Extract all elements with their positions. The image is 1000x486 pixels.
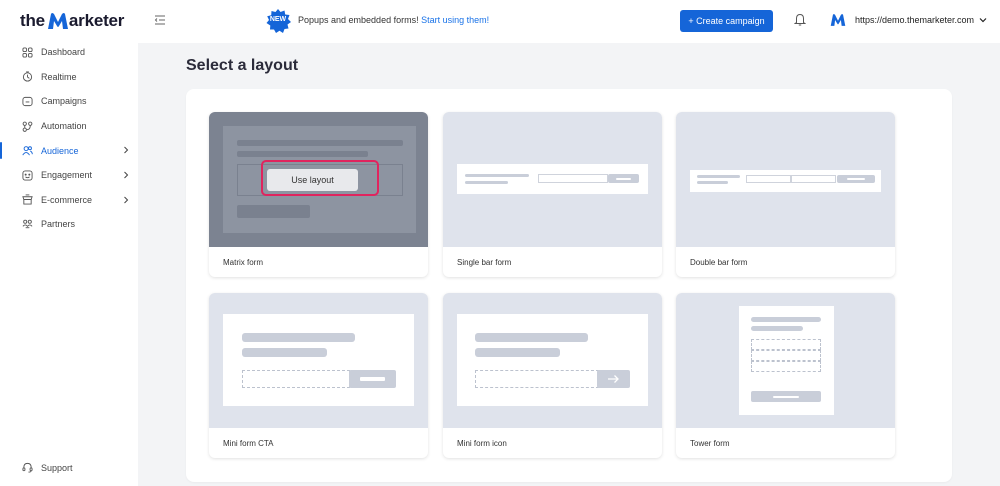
preview-input: [751, 350, 821, 361]
layout-card-single-bar-form[interactable]: Single bar form: [443, 112, 662, 277]
ecommerce-icon: [22, 194, 33, 205]
preview-input: [242, 370, 350, 388]
arrow-right-icon: [608, 375, 619, 383]
page-title: Select a layout: [186, 57, 299, 74]
preview-submit: [751, 391, 821, 402]
logo-text-rest: arketer: [68, 11, 125, 30]
preview-bar: [237, 151, 368, 157]
preview-form-frame: [223, 314, 414, 406]
top-bar: NEW Popups and embedded forms! Start usi…: [138, 0, 1000, 43]
chevron-right-icon: [124, 196, 129, 203]
logo-text-the: the: [20, 11, 45, 30]
layout-card-matrix-form[interactable]: Use layout Matrix form: [209, 112, 428, 277]
preview-bar: [751, 317, 821, 322]
announcement-text: Popups and embedded forms!: [298, 15, 419, 25]
create-campaign-button[interactable]: + Create campaign: [680, 10, 773, 32]
start-using-link[interactable]: Start using them!: [421, 15, 489, 25]
preview-form-frame: [457, 314, 648, 406]
engagement-icon: [22, 170, 33, 181]
new-badge: NEW: [264, 8, 292, 34]
realtime-icon: [22, 71, 33, 82]
layout-card-tower-form[interactable]: Tower form: [676, 293, 895, 458]
preview-input: [751, 361, 821, 372]
sidebar-item-support[interactable]: Support: [22, 462, 73, 473]
chevron-right-icon: [124, 171, 129, 179]
layout-preview: [443, 112, 662, 247]
campaigns-icon: [22, 96, 33, 107]
layout-card-label: Tower form: [690, 439, 730, 448]
preview-bar: [465, 174, 529, 177]
sidebar-item-dashboard[interactable]: Dashboard: [0, 40, 138, 65]
account-m-logo-icon: [830, 14, 846, 26]
logo-m-icon: [47, 13, 68, 29]
chevron-down-icon: [979, 18, 987, 23]
account-url: https://demo.themarketer.com: [855, 15, 975, 25]
automation-icon: [22, 121, 33, 132]
sidebar-item-label: Engagement: [41, 170, 93, 181]
preview-bar: [242, 333, 355, 342]
preview-bar: [475, 348, 560, 357]
preview-bar: [237, 140, 403, 146]
sidebar-item-audience[interactable]: Audience: [0, 138, 138, 163]
support-label: Support: [41, 462, 73, 473]
new-badge-text: NEW: [269, 16, 287, 23]
sidebar-item-label: Realtime: [41, 71, 77, 82]
preview-bar: [475, 333, 588, 342]
layout-card-label: Mini form icon: [457, 439, 507, 448]
preview-bar: [697, 181, 728, 184]
preview-input: [475, 370, 599, 388]
preview-submit: [608, 174, 639, 183]
preview-submit: [349, 370, 396, 388]
sidebar-item-realtime[interactable]: Realtime: [0, 65, 138, 90]
sidebar-item-label: E-commerce: [41, 194, 93, 205]
preview-submit: [237, 205, 310, 218]
sidebar-item-label: Partners: [41, 219, 76, 230]
sidebar-item-label: Audience: [41, 145, 79, 156]
layout-panel: Use layout Matrix form Single bar form D…: [186, 89, 952, 482]
layout-preview: [209, 293, 428, 428]
use-layout-button[interactable]: Use layout: [267, 169, 358, 191]
layout-card-label: Mini form CTA: [223, 439, 274, 448]
sidebar: the arketer Dashboard Realtime Campaigns: [0, 0, 138, 486]
layout-preview: [676, 293, 895, 428]
headset-icon: [22, 462, 33, 473]
chevron-right-icon: [124, 147, 129, 154]
layout-card-mini-form-cta[interactable]: Mini form CTA: [209, 293, 428, 458]
preview-bar: [242, 348, 327, 357]
sidebar-item-label: Campaigns: [41, 96, 87, 107]
preview-bar: [697, 175, 740, 178]
audience-icon: [22, 145, 33, 156]
themarketer-logo[interactable]: the arketer: [20, 8, 124, 34]
preview-input: [751, 339, 821, 350]
sidebar-item-partners[interactable]: Partners: [0, 212, 138, 237]
sidebar-item-engagement[interactable]: Engagement: [0, 163, 138, 188]
layout-card-label: Matrix form: [223, 258, 263, 267]
sidebar-item-automation[interactable]: Automation: [0, 114, 138, 139]
layout-preview: [443, 293, 662, 428]
bell-icon[interactable]: [794, 13, 806, 26]
layout-preview: [676, 112, 895, 247]
sidebar-item-campaigns[interactable]: Campaigns: [0, 89, 138, 114]
partners-icon: [22, 219, 33, 230]
preview-input: [791, 175, 836, 183]
sidebar-item-ecommerce[interactable]: E-commerce: [0, 188, 138, 213]
preview-submit: [837, 175, 875, 183]
preview-input: [746, 175, 791, 183]
preview-submit: [597, 370, 630, 388]
dashboard-icon: [22, 47, 33, 58]
preview-bar: [751, 326, 803, 331]
preview-input: [538, 174, 608, 183]
layout-card-label: Single bar form: [457, 258, 512, 267]
layout-card-label: Double bar form: [690, 258, 748, 267]
announcement: Popups and embedded forms! Start using t…: [298, 15, 489, 25]
sidebar-item-label: Automation: [41, 121, 87, 132]
layout-card-double-bar-form[interactable]: Double bar form: [676, 112, 895, 277]
layout-card-mini-form-icon[interactable]: Mini form icon: [443, 293, 662, 458]
collapse-sidebar-icon[interactable]: [154, 14, 166, 26]
sidebar-nav: Dashboard Realtime Campaigns Automation …: [0, 40, 138, 237]
account-switcher[interactable]: https://demo.themarketer.com: [830, 12, 987, 28]
layout-preview: Use layout: [209, 112, 428, 247]
preview-bar: [465, 181, 508, 184]
sidebar-item-label: Dashboard: [41, 47, 86, 58]
